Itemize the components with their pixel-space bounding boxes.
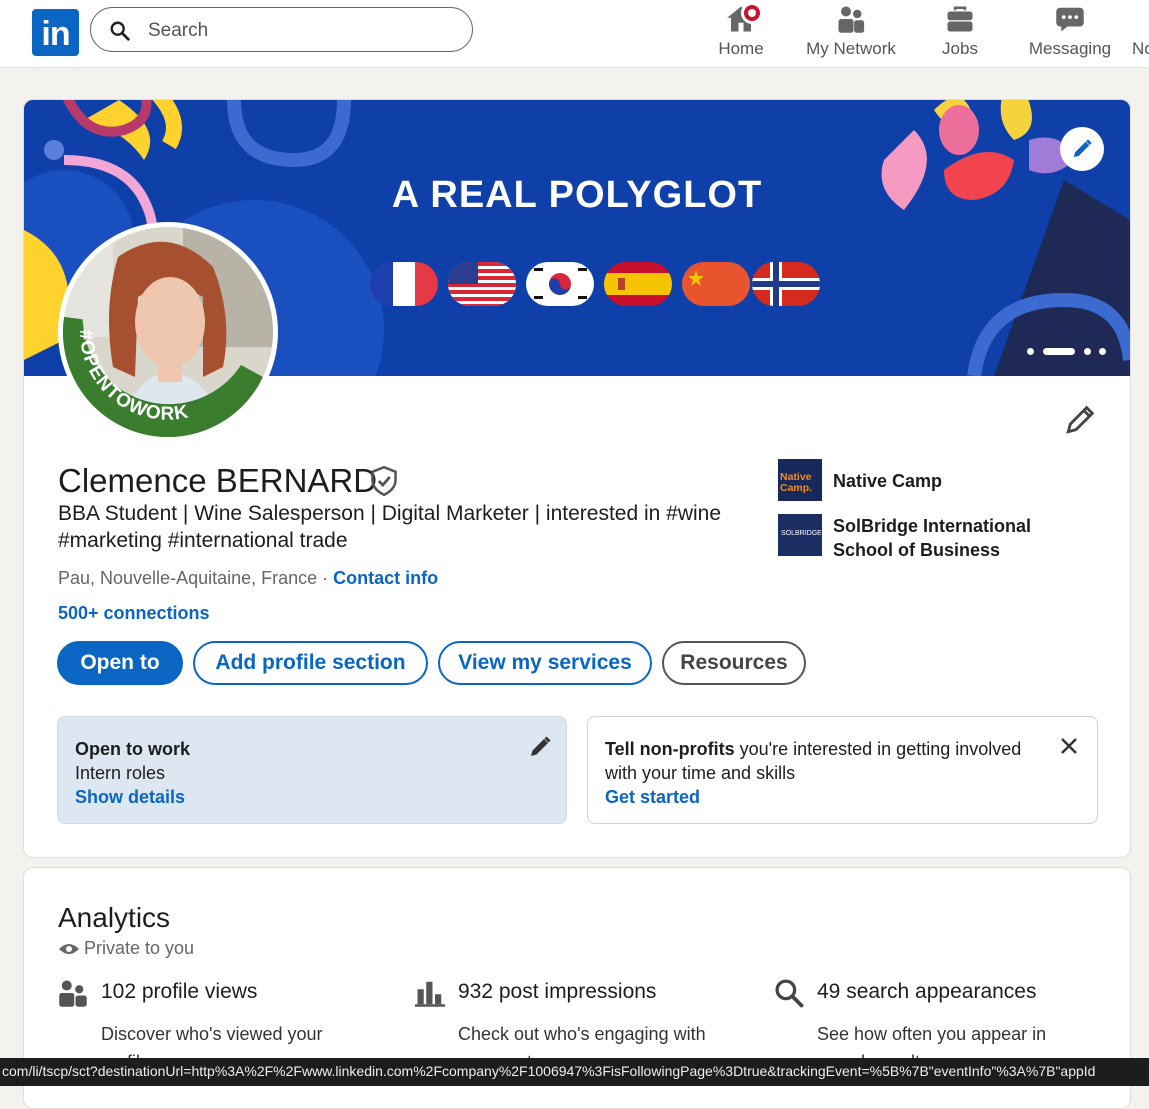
svg-text:#OPENTOWORK: #OPENTOWORK [75, 329, 191, 424]
profile-card: A REAL POLYGLOT #OPENTOWORK Clemence BER… [23, 99, 1131, 858]
nonprofits-bold: Tell non-profits [605, 739, 735, 759]
profile-name: Clemence BERNARD [58, 462, 378, 499]
profile-photo[interactable]: #OPENTOWORK [58, 222, 278, 442]
china-flag [682, 262, 750, 306]
bell-icon [1132, 4, 1149, 34]
pencil-icon [1073, 139, 1092, 158]
people-icon [59, 980, 87, 1007]
edit-open-to-work-pencil-icon[interactable] [528, 735, 552, 759]
org-native-camp[interactable]: Native Camp. Native Camp [778, 459, 1078, 503]
nav-my-network-label: My Network [806, 39, 896, 58]
banner-carousel-indicator[interactable] [1019, 338, 1113, 364]
search-icon [775, 979, 804, 1008]
stat-title: 102 profile views [101, 980, 258, 1003]
linkedin-logo[interactable]: in [32, 9, 79, 56]
search-input[interactable] [146, 16, 450, 46]
nonprofits-box: Tell non-profits you're interested in ge… [587, 716, 1098, 824]
org-name: SolBridge International School of Busine… [833, 516, 1032, 560]
open-to-button[interactable]: Open to [57, 641, 183, 685]
people-icon [838, 6, 865, 33]
top-navigation: in Home My Network Jobs Messaging [0, 0, 1149, 68]
nav-home-label: Home [718, 39, 764, 58]
nav-my-network[interactable]: My Network [802, 4, 900, 64]
get-started-link[interactable]: Get started [605, 785, 1080, 809]
briefcase-icon [947, 6, 973, 32]
open-to-work-title: Open to work [75, 739, 191, 759]
resources-button[interactable]: Resources [662, 641, 806, 685]
south-korea-flag [526, 262, 594, 306]
norway-flag [752, 262, 820, 306]
bar-chart-icon [415, 981, 445, 1007]
nonprofits-text: Tell non-profits you're interested in ge… [605, 737, 1025, 785]
search-box[interactable] [90, 7, 473, 52]
location-text: Pau, Nouvelle-Aquitaine, France [58, 568, 318, 588]
nav-notifications-label: No [1132, 39, 1149, 58]
nav-home[interactable]: Home [713, 2, 769, 64]
spain-flag [604, 262, 672, 306]
location-separator: · [317, 568, 334, 588]
nav-messaging[interactable]: Messaging [1027, 4, 1113, 64]
profile-location: Pau, Nouvelle-Aquitaine, France · Contac… [58, 568, 438, 589]
org-solbridge[interactable]: SOLBRIDGE SolBridge International School… [778, 514, 1078, 564]
browser-status-bar: com/li/tscp/sct?destinationUrl=http%3A%2… [0, 1058, 1149, 1086]
message-icon [1056, 7, 1084, 32]
contact-info-link[interactable]: Contact info [333, 568, 438, 588]
private-to-you: Private to you [58, 938, 194, 959]
verification-shield-icon[interactable] [370, 466, 398, 496]
native-camp-logo: Native Camp. [778, 459, 822, 501]
edit-intro-button[interactable] [1064, 402, 1098, 436]
banner-title: A REAL POLYGLOT [391, 174, 763, 216]
view-my-services-button[interactable]: View my services [438, 641, 652, 685]
org-name: Native Camp [833, 471, 943, 491]
nav-jobs-label: Jobs [942, 39, 978, 58]
stat-title: 49 search appearances [817, 980, 1037, 1003]
nav-jobs[interactable]: Jobs [935, 4, 985, 64]
show-details-link[interactable]: Show details [75, 785, 549, 809]
close-icon[interactable] [1059, 736, 1079, 756]
notification-badge [741, 2, 763, 24]
connections-link[interactable]: 500+ connections [58, 603, 210, 624]
open-to-work-roles: Intern roles [75, 763, 166, 783]
open-to-work-box: Open to work Intern roles Show details [57, 716, 567, 824]
solbridge-logo: SOLBRIDGE [778, 514, 822, 556]
profile-headline: BBA Student | Wine Salesperson | Digital… [58, 502, 722, 552]
nav-notifications[interactable]: No [1132, 4, 1149, 64]
open-to-work-text: #OPENTOWORK [58, 222, 278, 442]
eye-icon [59, 944, 79, 955]
search-icon [110, 21, 130, 41]
add-profile-section-button[interactable]: Add profile section [193, 641, 428, 685]
stat-title: 932 post impressions [458, 980, 657, 1003]
nav-messaging-label: Messaging [1028, 39, 1112, 58]
edit-cover-button[interactable] [1060, 127, 1104, 171]
analytics-title: Analytics [58, 902, 171, 933]
usa-flag [448, 262, 516, 306]
france-flag [370, 262, 438, 306]
